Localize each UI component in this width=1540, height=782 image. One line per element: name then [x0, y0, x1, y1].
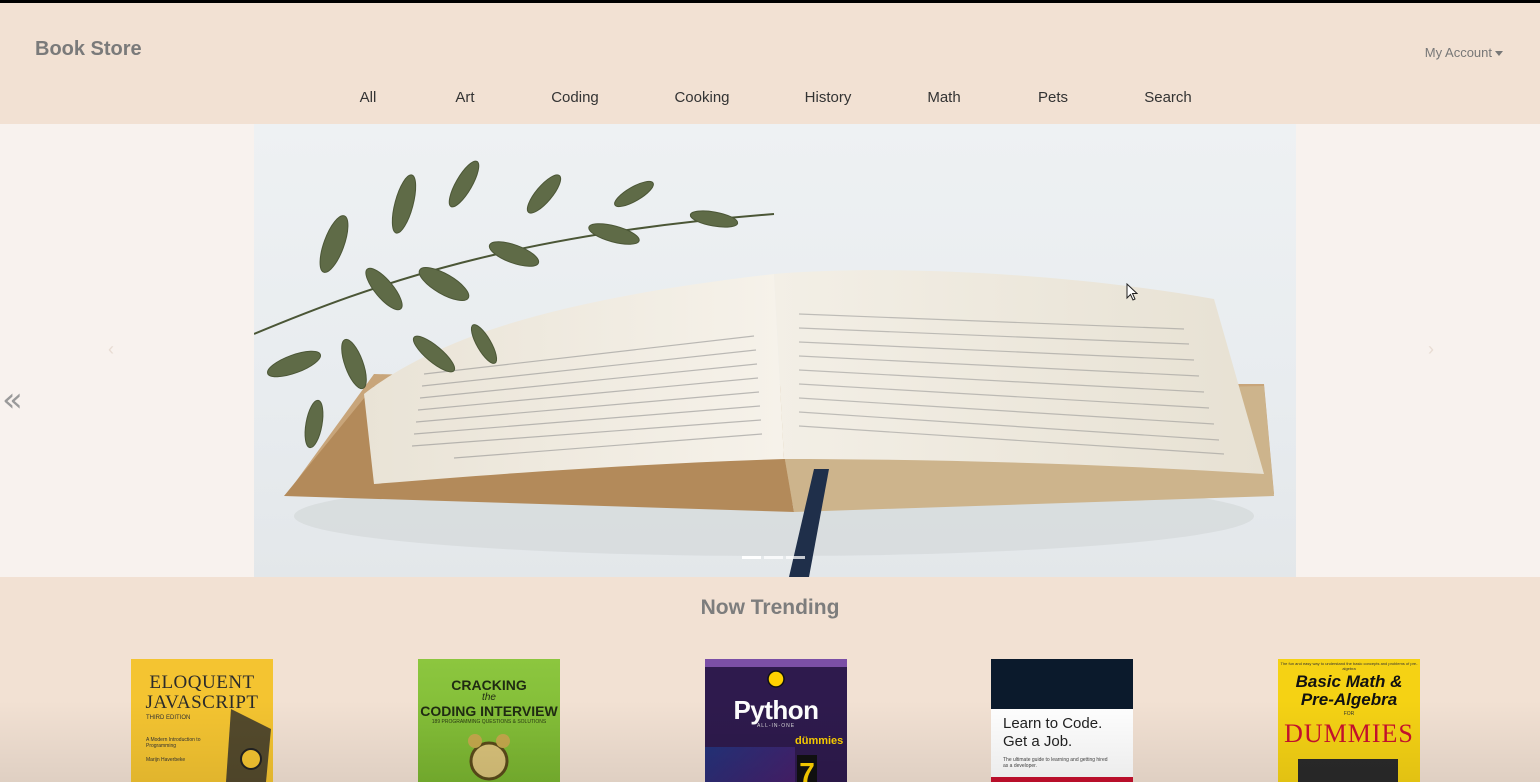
- nav-item-all[interactable]: All: [360, 89, 377, 106]
- nav-item-art[interactable]: Art: [455, 89, 474, 106]
- category-nav: All Art Coding Cooking History Math Pets…: [0, 89, 1540, 109]
- book-cover-volume: 7: [797, 755, 817, 782]
- carousel-indicator-1[interactable]: [742, 556, 761, 559]
- book-cover-subtitle: ALL-IN-ONE: [756, 723, 796, 729]
- book-cover-brand: DUMMIES: [1284, 719, 1414, 748]
- nav-item-history[interactable]: History: [805, 89, 852, 106]
- dummies-logo-icon: [767, 670, 785, 688]
- book-cover-author: Marijn Haverbeke: [146, 757, 186, 763]
- book-cover-title: Learn to Code. Get a Job.: [1003, 715, 1103, 750]
- cover-graphic: [1298, 759, 1398, 782]
- book-card-python-all-in-one[interactable]: LEARNING MADE EASY Python ALL-IN-ONE düm…: [705, 659, 847, 782]
- book-cover-title: CRACKING the CODING INTERVIEW: [420, 677, 558, 719]
- book-card-basic-math-pre-algebra-for-dummies[interactable]: The fun and easy way to understand the b…: [1278, 659, 1420, 782]
- carousel-indicator-3[interactable]: [786, 556, 805, 559]
- book-cover-brand: dümmies: [795, 735, 844, 747]
- book-cover-kicker: The fun and easy way to understand the b…: [1280, 661, 1418, 671]
- cover-band: [991, 659, 1133, 709]
- nav-item-search[interactable]: Search: [1144, 89, 1192, 106]
- chevron-left-icon[interactable]: «: [2, 383, 23, 417]
- carousel-slide-image: [254, 124, 1296, 577]
- cover-graphic: [705, 747, 795, 782]
- caret-down-icon: [1495, 50, 1503, 56]
- carousel-prev-control[interactable]: ‹: [108, 339, 114, 360]
- carousel-next-control[interactable]: ›: [1428, 339, 1434, 360]
- hero-carousel: ‹ ›: [0, 124, 1540, 577]
- alarm-clock-icon: [468, 734, 510, 781]
- book-cover-title: Basic Math & Pre-Algebra: [1295, 672, 1403, 709]
- carousel-indicator-2[interactable]: [764, 556, 783, 559]
- nav-item-pets[interactable]: Pets: [1038, 89, 1068, 106]
- mouse-cursor-icon: [1126, 283, 1138, 301]
- section-title-now-trending: Now Trending: [700, 596, 840, 619]
- feather-illustration: [226, 709, 271, 782]
- book-cover-for: FOR: [1343, 711, 1355, 717]
- book-card-eloquent-javascript[interactable]: ELOQUENT JAVASCRIPT THIRD EDITION A Mode…: [131, 659, 273, 782]
- my-account-label: My Account: [1424, 45, 1492, 60]
- nav-item-math[interactable]: Math: [927, 89, 960, 106]
- book-cover-edition: THIRD EDITION: [146, 715, 191, 721]
- book-card-cracking-the-coding-interview[interactable]: CRACKING the CODING INTERVIEW 189 PROGRA…: [418, 659, 560, 782]
- book-cover-subtitle: 189 PROGRAMMING QUESTIONS & SOLUTIONS: [431, 719, 547, 725]
- book-cover-subtitle: The ultimate guide to learning and getti…: [1003, 757, 1108, 769]
- my-account-dropdown[interactable]: My Account: [1425, 45, 1503, 60]
- brand-title[interactable]: Book Store: [35, 38, 142, 61]
- book-cover-title: Python: [733, 695, 819, 725]
- book-card-learn-to-code-get-a-job[interactable]: Learn to Code. Get a Job. The ultimate g…: [991, 659, 1133, 782]
- open-book-illustration: [254, 160, 1274, 577]
- carousel-indicators: [742, 556, 805, 559]
- window-top-border: [0, 0, 1540, 3]
- book-cover-kicker: LEARNING MADE EASY: [753, 661, 799, 666]
- cover-red-stripe: [991, 777, 1133, 782]
- book-cover-subtitle: A Modern Introduction to Programming: [146, 737, 201, 749]
- nav-item-coding[interactable]: Coding: [551, 89, 599, 106]
- nav-item-cooking[interactable]: Cooking: [674, 89, 729, 106]
